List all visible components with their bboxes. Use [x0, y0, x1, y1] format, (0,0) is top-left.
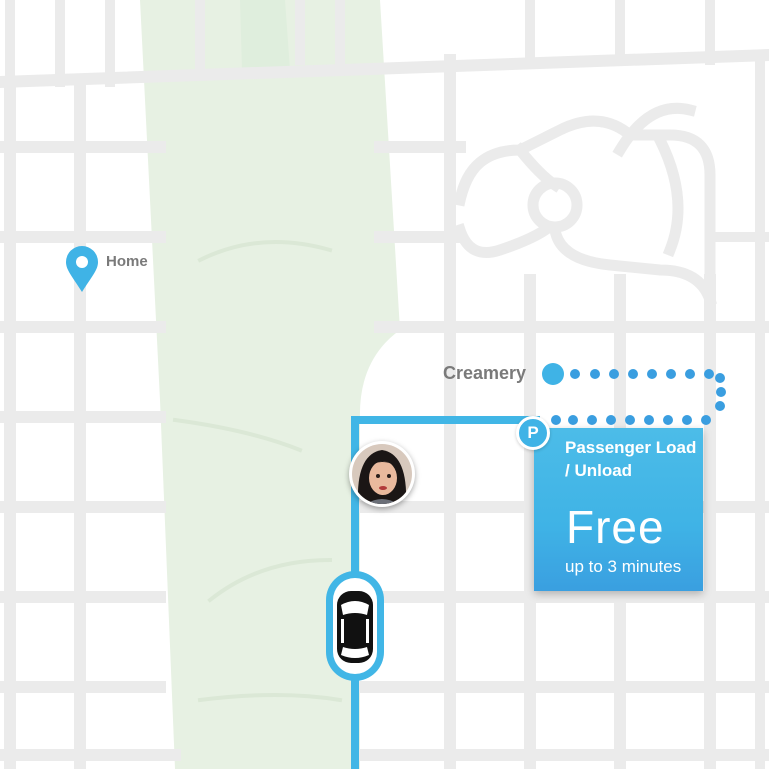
driver-avatar-icon[interactable]	[349, 441, 415, 507]
parking-info-card[interactable]: Passenger Load / Unload Free up to 3 min…	[534, 428, 703, 591]
parking-duration: up to 3 minutes	[565, 557, 682, 576]
parking-price: Free	[566, 501, 665, 553]
home-label[interactable]: Home	[106, 253, 148, 270]
creamery-label[interactable]: Creamery	[443, 363, 526, 384]
walking-path	[551, 369, 726, 425]
car-icon[interactable]	[324, 569, 386, 683]
parking-badge-icon[interactable]: P	[516, 416, 550, 450]
destination-dot-icon[interactable]	[539, 360, 567, 388]
map-pin-icon[interactable]	[66, 246, 98, 292]
parking-title: Passenger Load / Unload	[565, 438, 697, 480]
map-canvas[interactable]: Home Creamery Passenger Load / Unload Fr…	[0, 0, 769, 769]
